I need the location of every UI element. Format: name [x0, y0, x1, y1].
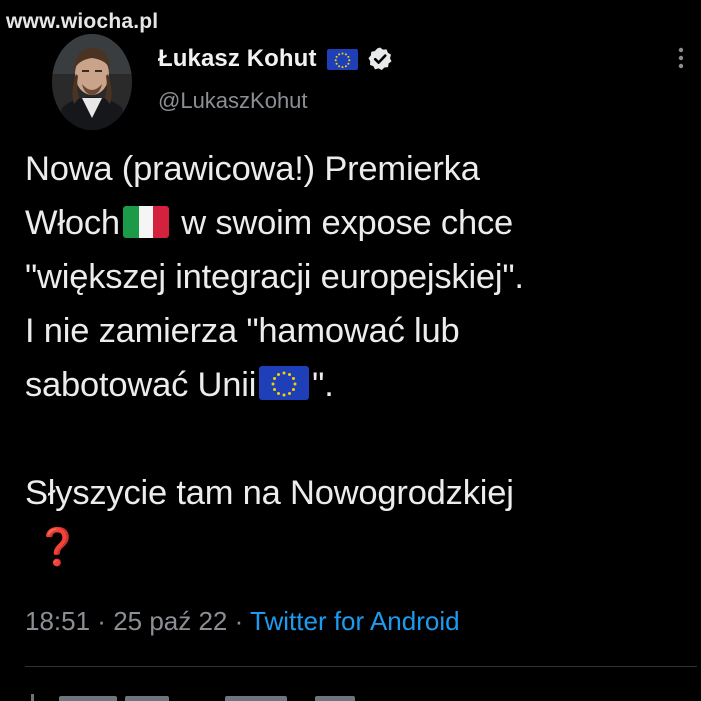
tweet-line: ❓ — [25, 520, 697, 574]
verified-badge-icon — [367, 46, 393, 72]
divider — [25, 666, 697, 667]
more-options-icon[interactable] — [674, 44, 688, 72]
tweet-text: Nowa (prawicowa!) Premierka Włoch w swoi… — [25, 142, 697, 574]
author-display-name[interactable]: Łukasz Kohut — [158, 45, 317, 73]
tweet-line: "większej integracji europejskiej". — [25, 258, 524, 296]
tweet-time: 18:51 — [25, 606, 91, 636]
tweet-line: Włoch w swoim expose chce — [25, 196, 697, 250]
tweet-date: 25 paź 22 — [113, 606, 228, 636]
tweet-meta: 18:51 · 25 paź 22 · Twitter for Android — [25, 606, 460, 636]
red-question-mark-icon: ❓ — [35, 526, 80, 567]
tweet-source-link[interactable]: Twitter for Android — [250, 606, 460, 636]
tweet-line: Słyszycie tam na Nowogrodzkiej — [25, 474, 514, 512]
cut-off-row — [25, 690, 425, 701]
tweet-line: I nie zamierza "hamować lub — [25, 312, 460, 350]
author-name-row: Łukasz Kohut — [158, 44, 393, 74]
author-handle[interactable]: @LukaszKohut — [158, 88, 308, 114]
italy-flag-icon — [122, 200, 169, 254]
watermark: www.wiocha.pl — [6, 10, 159, 33]
avatar-photo — [52, 34, 132, 130]
tweet-line: sabotować Unii ". — [25, 358, 697, 412]
avatar[interactable] — [52, 34, 132, 130]
eu-flag-icon — [259, 362, 310, 416]
tweet-line: Nowa (prawicowa!) Premierka — [25, 150, 480, 188]
eu-flag-icon — [326, 48, 358, 70]
